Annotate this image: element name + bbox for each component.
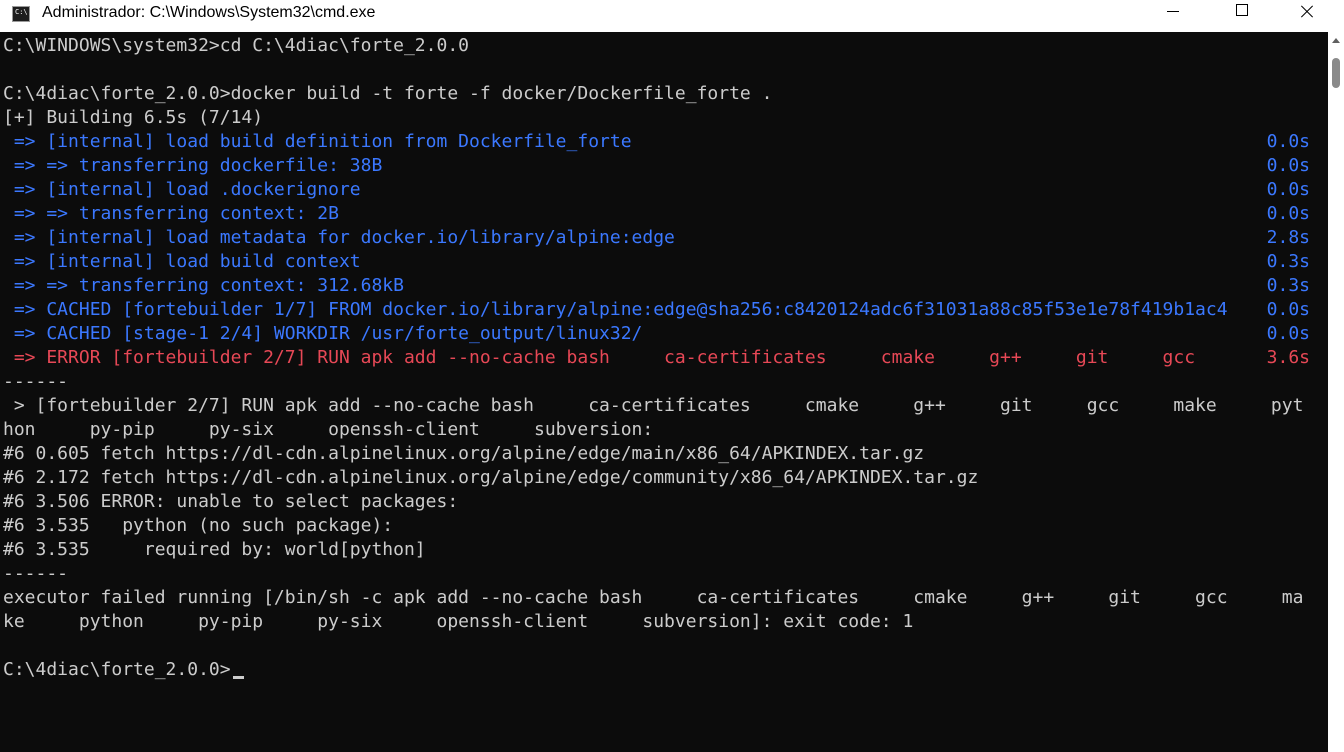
build-step: => [internal] load metadata for docker.i… [3, 226, 1310, 250]
build-step-text: => => transferring dockerfile: 38B [3, 155, 383, 176]
build-step-time: 3.6s [1266, 347, 1310, 368]
build-step-time: 0.0s [1266, 131, 1310, 152]
build-step: => CACHED [fortebuilder 1/7] FROM docker… [3, 298, 1310, 322]
build-step-text: => ERROR [fortebuilder 2/7] RUN apk add … [3, 347, 1196, 368]
build-step-text: => => transferring context: 2B [3, 203, 339, 224]
build-step-error: => ERROR [fortebuilder 2/7] RUN apk add … [3, 346, 1310, 370]
build-step: => => transferring context: 2B 0.0s [3, 202, 1310, 226]
build-step-text: => [internal] load build context [3, 251, 361, 272]
build-step-text: => [internal] load .dockerignore [3, 179, 361, 200]
console-line: #6 2.172 fetch https://dl-cdn.alpinelinu… [3, 467, 979, 488]
console-line: C:\4diac\forte_2.0.0>docker build -t for… [3, 83, 773, 104]
build-step-time: 0.0s [1266, 299, 1310, 320]
console-line: executor failed running [/bin/sh -c apk … [3, 587, 1304, 608]
console-line: #6 3.535 python (no such package): [3, 515, 394, 536]
build-step: => [internal] load build context 0.3s [3, 250, 1310, 274]
console-line: #6 3.535 required by: world[python] [3, 539, 426, 560]
window-title: Administrador: C:\Windows\System32\cmd.e… [42, 4, 376, 21]
console-output[interactable]: C:\WINDOWS\system32>cd C:\4diac\forte_2.… [0, 32, 1328, 752]
text-cursor [233, 676, 244, 679]
build-step-time: 2.8s [1266, 227, 1310, 248]
scrollbar-thumb[interactable] [1332, 58, 1340, 88]
build-step-text: => => transferring context: 312.68kB [3, 275, 404, 296]
console-line: ------ [3, 371, 69, 392]
maximize-button[interactable] [1218, 0, 1264, 32]
build-step-time: 0.3s [1266, 251, 1310, 272]
close-button[interactable] [1286, 0, 1332, 32]
console-line: #6 0.605 fetch https://dl-cdn.alpinelinu… [3, 443, 925, 464]
build-step-time: 0.3s [1266, 275, 1310, 296]
build-step-time: 0.0s [1266, 179, 1310, 200]
build-step: => => transferring context: 312.68kB 0.3s [3, 274, 1310, 298]
scroll-up-arrow-icon[interactable] [1332, 38, 1340, 43]
build-step-text: => CACHED [stage-1 2/4] WORKDIR /usr/for… [3, 323, 643, 344]
console-line: C:\WINDOWS\system32>cd C:\4diac\forte_2.… [3, 35, 469, 56]
console-line: hon py-pip py-six openssh-client subvers… [3, 419, 654, 440]
build-step: => [internal] load build definition from… [3, 130, 1310, 154]
console-line: ------ [3, 563, 69, 584]
build-step-time: 0.0s [1266, 203, 1310, 224]
build-step-text: => [internal] load build definition from… [3, 131, 632, 152]
build-step: => CACHED [stage-1 2/4] WORKDIR /usr/for… [3, 322, 1310, 346]
console-line: > [fortebuilder 2/7] RUN apk add --no-ca… [3, 395, 1304, 416]
build-step-time: 0.0s [1266, 323, 1310, 344]
vertical-scrollbar[interactable] [1328, 32, 1344, 752]
console-line: #6 3.506 ERROR: unable to select package… [3, 491, 459, 512]
console-line: [+] Building 6.5s (7/14) [3, 107, 264, 128]
command-prompt: C:\4diac\forte_2.0.0> [3, 659, 231, 680]
console-line: ke python py-pip py-six openssh-client s… [3, 611, 914, 632]
minimize-button[interactable] [1150, 0, 1196, 32]
build-step-text: => CACHED [fortebuilder 1/7] FROM docker… [3, 299, 1228, 320]
cmd-console-icon: C:\ [12, 6, 30, 22]
title-bar[interactable]: C:\ Administrador: C:\Windows\System32\c… [0, 0, 1344, 32]
build-step-time: 0.0s [1266, 155, 1310, 176]
build-step-text: => [internal] load metadata for docker.i… [3, 227, 675, 248]
build-step: => [internal] load .dockerignore 0.0s [3, 178, 1310, 202]
build-step: => => transferring dockerfile: 38B 0.0s [3, 154, 1310, 178]
terminal-text: C:\WINDOWS\system32>cd C:\4diac\forte_2.… [3, 34, 1323, 682]
